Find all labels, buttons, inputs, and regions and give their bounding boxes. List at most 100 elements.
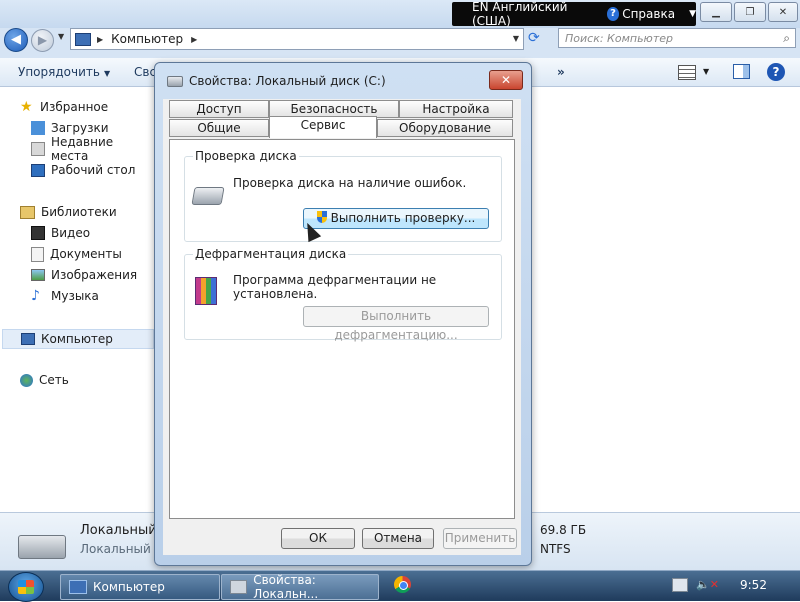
language-bar[interactable]: EN Английский (США) ? Справка ▼	[452, 0, 696, 28]
defrag-description: Программа дефрагментации не установлена.	[233, 273, 437, 301]
chrome-icon[interactable]	[394, 576, 411, 593]
desktop-icon	[31, 163, 45, 177]
drive-filesystem: NTFS	[540, 542, 571, 556]
help-icon: ?	[606, 7, 620, 21]
apply-button[interactable]: Применить	[443, 528, 517, 549]
run-check-label: Выполнить проверку...	[330, 211, 476, 225]
properties-dialog: Свойства: Локальный диск (C:) ✕ Доступ Б…	[154, 62, 532, 566]
minimize-button[interactable]: ▁	[700, 2, 732, 22]
maximize-button[interactable]: ❐	[734, 2, 766, 22]
address-bar[interactable]: ▶ Компьютер ▶ ▼	[70, 28, 524, 50]
toolbar-item-clipped[interactable]: Свс	[134, 65, 156, 79]
tab-settings[interactable]: Настройка	[399, 100, 513, 118]
hard-drive-icon	[18, 535, 66, 559]
preview-pane-icon[interactable]	[733, 64, 750, 79]
search-input[interactable]: Поиск: Компьютер ⌕	[558, 28, 796, 48]
cancel-button[interactable]: Отмена	[362, 528, 434, 549]
refresh-icon[interactable]: ⟳	[528, 30, 540, 46]
recent-places-icon	[31, 142, 45, 156]
sidebar-item-recent[interactable]: Недавние места	[31, 135, 154, 163]
video-icon	[31, 226, 45, 240]
libraries-icon	[20, 205, 35, 219]
tab-access[interactable]: Доступ	[169, 100, 269, 118]
sidebar-item-computer[interactable]: Компьютер	[2, 329, 154, 349]
volume-muted-icon[interactable]: 🔈✕	[696, 578, 719, 591]
window-controls: ▁ ❐ ✕	[700, 2, 798, 22]
chevron-down-icon: ▼	[103, 69, 111, 78]
drive-icon	[167, 75, 183, 87]
chevron-down-icon[interactable]: ▼	[703, 67, 709, 76]
explorer-titlebar: EN Английский (США) ? Справка ▼ ▁ ❐ ✕	[0, 0, 800, 28]
hard-drive-icon	[191, 187, 225, 205]
more-commands-button[interactable]: »	[557, 65, 565, 79]
tab-general[interactable]: Общие	[169, 119, 269, 137]
drive-icon	[230, 580, 248, 594]
recent-pages-icon[interactable]: ▼	[58, 32, 64, 41]
drive-type: Локальный д	[80, 542, 163, 556]
organize-button[interactable]: Упорядочить ▼	[18, 65, 110, 79]
network-icon	[20, 373, 33, 387]
search-placeholder: Поиск: Компьютер	[565, 31, 673, 45]
defrag-group: Дефрагментация диска Программа дефрагмен…	[184, 247, 502, 342]
view-options-icon[interactable]	[678, 65, 696, 80]
disk-check-legend: Проверка диска	[193, 149, 299, 163]
taskbar-item-properties[interactable]: Свойства: Локальн...	[221, 573, 379, 601]
music-icon: ♪	[31, 288, 40, 304]
address-dropdown-icon[interactable]: ▼	[513, 34, 519, 43]
taskbar-item-label: Компьютер	[93, 580, 165, 594]
sidebar-item-label: Рабочий стол	[51, 163, 136, 177]
sidebar-item-documents[interactable]: Документы	[31, 245, 122, 263]
sidebar-item-label: Недавние места	[50, 135, 114, 163]
computer-icon	[21, 333, 35, 345]
close-button[interactable]: ✕	[768, 2, 798, 22]
computer-icon	[75, 32, 91, 46]
sidebar-item-images[interactable]: Изображения	[31, 266, 137, 284]
defrag-legend: Дефрагментация диска	[193, 247, 349, 261]
dialog-close-button[interactable]: ✕	[489, 70, 523, 90]
windows-logo-icon	[18, 580, 34, 594]
organize-label: Упорядочить	[18, 65, 100, 79]
sidebar-item-music[interactable]: ♪ Музыка	[31, 287, 99, 305]
search-icon[interactable]: ⌕	[783, 31, 790, 46]
langbar-options-icon[interactable]: ▼	[689, 9, 696, 19]
sidebar-item-libraries[interactable]: Библиотеки	[20, 203, 117, 221]
documents-icon	[31, 246, 44, 262]
network-tray-icon[interactable]	[672, 578, 688, 592]
help-icon[interactable]: ?	[767, 63, 785, 81]
system-clock[interactable]: 9:52	[740, 578, 767, 592]
dialog-title: Свойства: Локальный диск (C:)	[189, 74, 386, 88]
navigation-pane: ★ Избранное Загрузки Недавние места Рабоч…	[0, 87, 154, 512]
sidebar-item-label: Избранное	[40, 100, 109, 114]
sidebar-item-desktop[interactable]: Рабочий стол	[31, 161, 135, 179]
uac-shield-icon	[316, 211, 327, 223]
run-defrag-button[interactable]: Выполнить дефрагментацию...	[303, 306, 489, 342]
ok-button[interactable]: ОК	[281, 528, 355, 549]
sidebar-item-label: Сеть	[39, 373, 69, 387]
sidebar-item-label: Изображения	[51, 268, 138, 282]
sidebar-item-label: Загрузки	[51, 121, 109, 135]
sidebar-item-video[interactable]: Видео	[31, 224, 90, 242]
back-button[interactable]: ◀	[4, 28, 28, 52]
sidebar-item-label: Библиотеки	[41, 205, 117, 219]
star-icon: ★	[20, 99, 33, 115]
language-indicator[interactable]: EN Английский (США)	[472, 0, 595, 28]
address-row: ◀ ▶ ▼ ▶ Компьютер ▶ ▼ ⟳ Поиск: Компьютер…	[0, 28, 800, 58]
breadcrumb-arrow-icon[interactable]: ▶	[97, 35, 103, 44]
computer-icon	[69, 580, 87, 594]
taskbar-item-computer[interactable]: Компьютер	[60, 574, 220, 600]
run-check-button[interactable]: Выполнить проверку...	[303, 208, 489, 229]
disk-check-group: Проверка диска Проверка диска на наличие…	[184, 149, 502, 242]
breadcrumb-arrow-icon[interactable]: ▶	[191, 35, 197, 44]
forward-button[interactable]: ▶	[31, 29, 54, 52]
sidebar-item-favorites[interactable]: ★ Избранное	[20, 98, 108, 116]
dialog-titlebar: Свойства: Локальный диск (C:)	[167, 74, 386, 88]
tab-service[interactable]: Сервис	[269, 116, 377, 138]
start-button[interactable]	[8, 572, 44, 602]
tab-panel-service: Проверка диска Проверка диска на наличие…	[169, 139, 515, 519]
sidebar-item-label: Компьютер	[41, 332, 113, 346]
language-help[interactable]: Справка	[622, 7, 675, 21]
sidebar-item-network[interactable]: Сеть	[20, 371, 69, 389]
breadcrumb-computer[interactable]: Компьютер	[111, 32, 183, 46]
tab-hardware[interactable]: Оборудование	[377, 119, 513, 137]
disk-check-description: Проверка диска на наличие ошибок.	[233, 176, 467, 190]
